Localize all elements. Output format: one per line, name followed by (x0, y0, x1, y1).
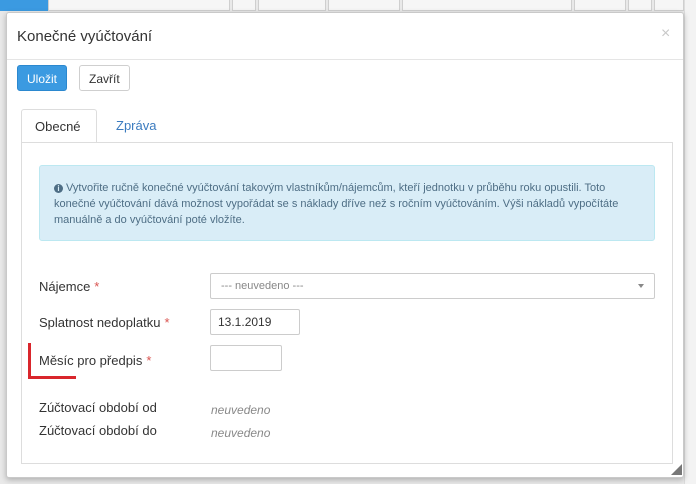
due-date-label-text: Splatnost nedoplatku (39, 315, 161, 330)
background-tab (574, 0, 626, 11)
tab-message[interactable]: Zpráva (103, 109, 169, 143)
period-from-label: Zúčtovací období od (39, 400, 157, 415)
background-tab (654, 0, 684, 11)
info-alert-text: Vytvořite ručně konečné vyúčtování takov… (54, 182, 619, 226)
background-tab (628, 0, 652, 11)
background-tab (328, 0, 400, 11)
background-panel-edge (684, 0, 696, 484)
general-tab-panel: i Vytvořite ručně konečné vyúčtování tako… (21, 142, 673, 464)
background-tab (48, 0, 230, 11)
resize-handle[interactable] (671, 464, 682, 475)
tenant-label-text: Nájemce (39, 279, 91, 294)
dialog-header: Konečné vyúčtování × (7, 13, 683, 60)
chevron-down-icon (638, 284, 644, 288)
month-label-text: Měsíc pro předpis (39, 353, 143, 368)
background-tab (232, 0, 256, 11)
save-button[interactable]: Uložit (17, 65, 68, 91)
background-tab (402, 0, 572, 11)
close-icon[interactable]: × (661, 25, 670, 43)
required-asterisk: * (94, 279, 100, 294)
due-date-label: Splatnost nedoplatku * (39, 315, 170, 330)
background-tab (0, 0, 48, 11)
tenant-label: Nájemce * (39, 279, 99, 294)
info-circle-icon: i (54, 184, 63, 193)
month-label: Měsíc pro předpis * (39, 353, 151, 368)
close-button[interactable]: Zavřít (79, 65, 130, 91)
due-date-input[interactable]: 13.1.2019 (210, 309, 300, 335)
final-settlement-dialog: Konečné vyúčtování × Uložit Zavřít Obecn… (6, 12, 684, 478)
required-asterisk: * (146, 353, 152, 368)
month-input[interactable] (210, 345, 282, 371)
info-alert: i Vytvořite ručně konečné vyúčtování tako… (39, 165, 655, 241)
required-asterisk: * (164, 315, 170, 330)
dialog-tabs: Obecné Zpráva (21, 109, 671, 143)
dialog-title: Konečné vyúčtování (17, 28, 153, 45)
period-to-label: Zúčtovací období do (39, 423, 157, 438)
background-tab (258, 0, 326, 11)
period-from-value: neuvedeno (211, 403, 271, 417)
annotation-mark-horizontal (28, 376, 76, 379)
period-to-value: neuvedeno (211, 426, 271, 440)
tenant-select-value: --- neuvedeno --- (221, 280, 304, 292)
annotation-mark-vertical (28, 343, 31, 379)
tab-general[interactable]: Obecné (21, 109, 97, 143)
tenant-select[interactable]: --- neuvedeno --- (210, 273, 655, 299)
background-tab-strip (0, 0, 696, 12)
